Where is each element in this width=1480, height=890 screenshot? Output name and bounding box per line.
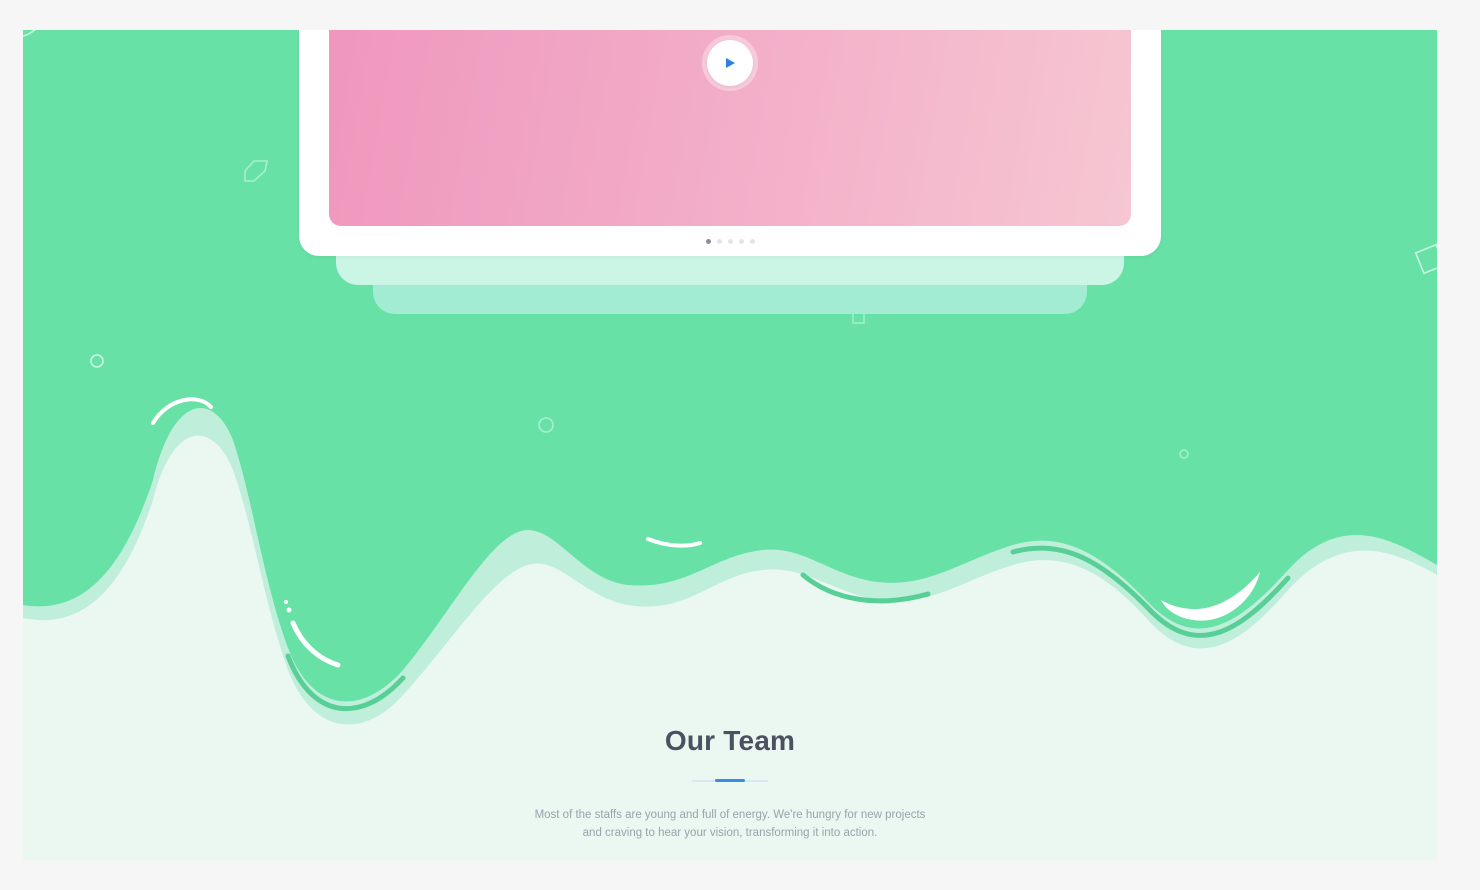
team-divider-accent [715,779,745,782]
team-description-line: Most of the staffs are young and full of… [534,809,926,821]
device-screen [329,30,1131,226]
highlight-dot-1 [284,600,288,604]
play-icon [726,58,735,68]
team-description: Most of the staffs are young and full of… [500,806,960,842]
page-canvas: Our Team Most of the staffs are young an… [23,30,1437,860]
team-title: Our Team [664,725,796,756]
carousel-dot[interactable] [749,239,755,244]
carousel-dot[interactable] [705,239,711,244]
highlight-dot-2 [286,607,292,613]
carousel-dot[interactable] [727,239,733,244]
carousel-dot[interactable] [716,239,722,244]
play-button-ring [702,35,758,91]
team-section: Our Team Most of the staffs are young an… [23,725,1437,842]
team-description-line: and craving to hear your vision, transfo… [582,827,878,839]
carousel-dot[interactable] [738,239,744,244]
device-mockup [299,30,1161,256]
play-button[interactable] [707,40,753,86]
carousel-dots [299,239,1161,244]
team-divider [692,779,768,782]
